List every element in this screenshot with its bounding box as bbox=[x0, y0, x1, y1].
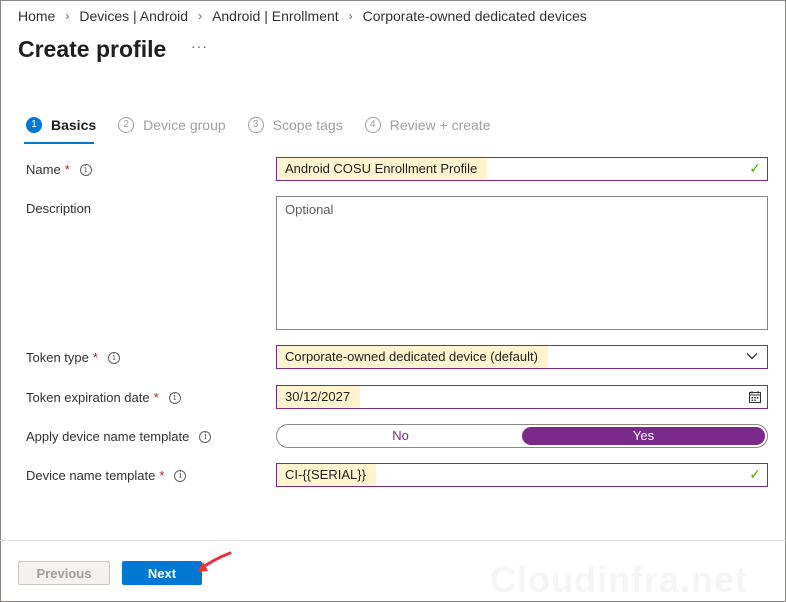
info-icon[interactable]: i bbox=[107, 351, 120, 364]
more-options-icon[interactable]: ··· bbox=[191, 38, 208, 54]
step-number: 1 bbox=[26, 117, 42, 133]
chevron-right-icon: › bbox=[198, 9, 203, 23]
active-tab-indicator bbox=[24, 142, 94, 144]
name-label-text: Name bbox=[26, 162, 61, 177]
apply-template-label: Apply device name template i bbox=[26, 429, 212, 444]
token-expiration-label-text: Token expiration date bbox=[26, 390, 150, 405]
apply-template-toggle[interactable]: No Yes bbox=[276, 424, 768, 448]
calendar-icon[interactable] bbox=[748, 390, 762, 404]
name-label: Name * i bbox=[26, 162, 92, 177]
name-template-value: CI-{{SERIAL}} bbox=[277, 464, 376, 486]
name-field[interactable]: Android COSU Enrollment Profile ✓ bbox=[276, 157, 768, 181]
annotation-arrow-icon bbox=[197, 551, 232, 572]
required-marker: * bbox=[159, 468, 165, 483]
tab-scope-tags[interactable]: 3 Scope tags bbox=[247, 117, 343, 133]
description-label-text: Description bbox=[26, 201, 92, 216]
toggle-option-yes[interactable]: Yes bbox=[522, 427, 765, 445]
info-icon[interactable]: i bbox=[79, 163, 92, 176]
token-type-label-text: Token type bbox=[26, 350, 89, 365]
tab-review-create[interactable]: 4 Review + create bbox=[364, 117, 491, 133]
name-template-label: Device name template * i bbox=[26, 468, 187, 483]
token-expiration-label: Token expiration date * i bbox=[26, 390, 181, 405]
toggle-option-no[interactable]: No bbox=[279, 427, 522, 445]
token-type-label: Token type * i bbox=[26, 350, 120, 365]
step-number: 4 bbox=[364, 117, 381, 133]
step-label: Device group bbox=[143, 117, 226, 133]
wizard-steps: 1 Basics 2 Device group 3 Scope tags 4 R… bbox=[26, 117, 513, 133]
apply-template-label-text: Apply device name template bbox=[26, 429, 190, 444]
step-label: Review + create bbox=[389, 117, 491, 133]
token-expiration-value: 30/12/2027 bbox=[277, 386, 361, 408]
description-textarea[interactable]: Optional bbox=[276, 196, 768, 330]
footer-divider bbox=[0, 540, 786, 541]
info-icon[interactable]: i bbox=[174, 469, 187, 482]
breadcrumb-android-enrollment[interactable]: Android | Enrollment bbox=[212, 8, 339, 24]
name-template-label-text: Device name template bbox=[26, 468, 156, 483]
token-type-value: Corporate-owned dedicated device (defaul… bbox=[277, 346, 548, 368]
required-marker: * bbox=[153, 390, 159, 405]
step-number: 2 bbox=[118, 117, 135, 133]
checkmark-icon: ✓ bbox=[749, 466, 761, 482]
info-icon[interactable]: i bbox=[199, 430, 212, 443]
previous-button[interactable]: Previous bbox=[18, 561, 110, 585]
required-marker: * bbox=[92, 350, 98, 365]
chevron-down-icon bbox=[746, 353, 758, 360]
step-label: Basics bbox=[51, 117, 97, 133]
breadcrumb-corporate-owned-dedicated[interactable]: Corporate-owned dedicated devices bbox=[363, 8, 587, 24]
required-marker: * bbox=[64, 162, 70, 177]
breadcrumb-home[interactable]: Home bbox=[18, 8, 55, 24]
description-label: Description bbox=[26, 201, 91, 216]
step-number: 3 bbox=[247, 117, 264, 133]
description-placeholder: Optional bbox=[285, 202, 334, 217]
breadcrumb: Home › Devices | Android › Android | Enr… bbox=[18, 7, 587, 25]
tab-device-group[interactable]: 2 Device group bbox=[118, 117, 226, 133]
info-icon[interactable]: i bbox=[168, 391, 181, 404]
chevron-right-icon: › bbox=[348, 9, 353, 23]
device-name-template-field[interactable]: CI-{{SERIAL}} ✓ bbox=[276, 463, 768, 487]
breadcrumb-devices-android[interactable]: Devices | Android bbox=[79, 8, 188, 24]
checkmark-icon: ✓ bbox=[749, 160, 761, 176]
name-value: Android COSU Enrollment Profile bbox=[277, 158, 488, 180]
step-label: Scope tags bbox=[272, 117, 343, 133]
tab-basics[interactable]: 1 Basics bbox=[26, 117, 96, 133]
chevron-right-icon: › bbox=[65, 9, 70, 23]
token-type-dropdown[interactable]: Corporate-owned dedicated device (defaul… bbox=[276, 345, 768, 369]
page-title: Create profile bbox=[18, 36, 167, 62]
token-expiration-date-picker[interactable]: 30/12/2027 bbox=[276, 385, 768, 409]
